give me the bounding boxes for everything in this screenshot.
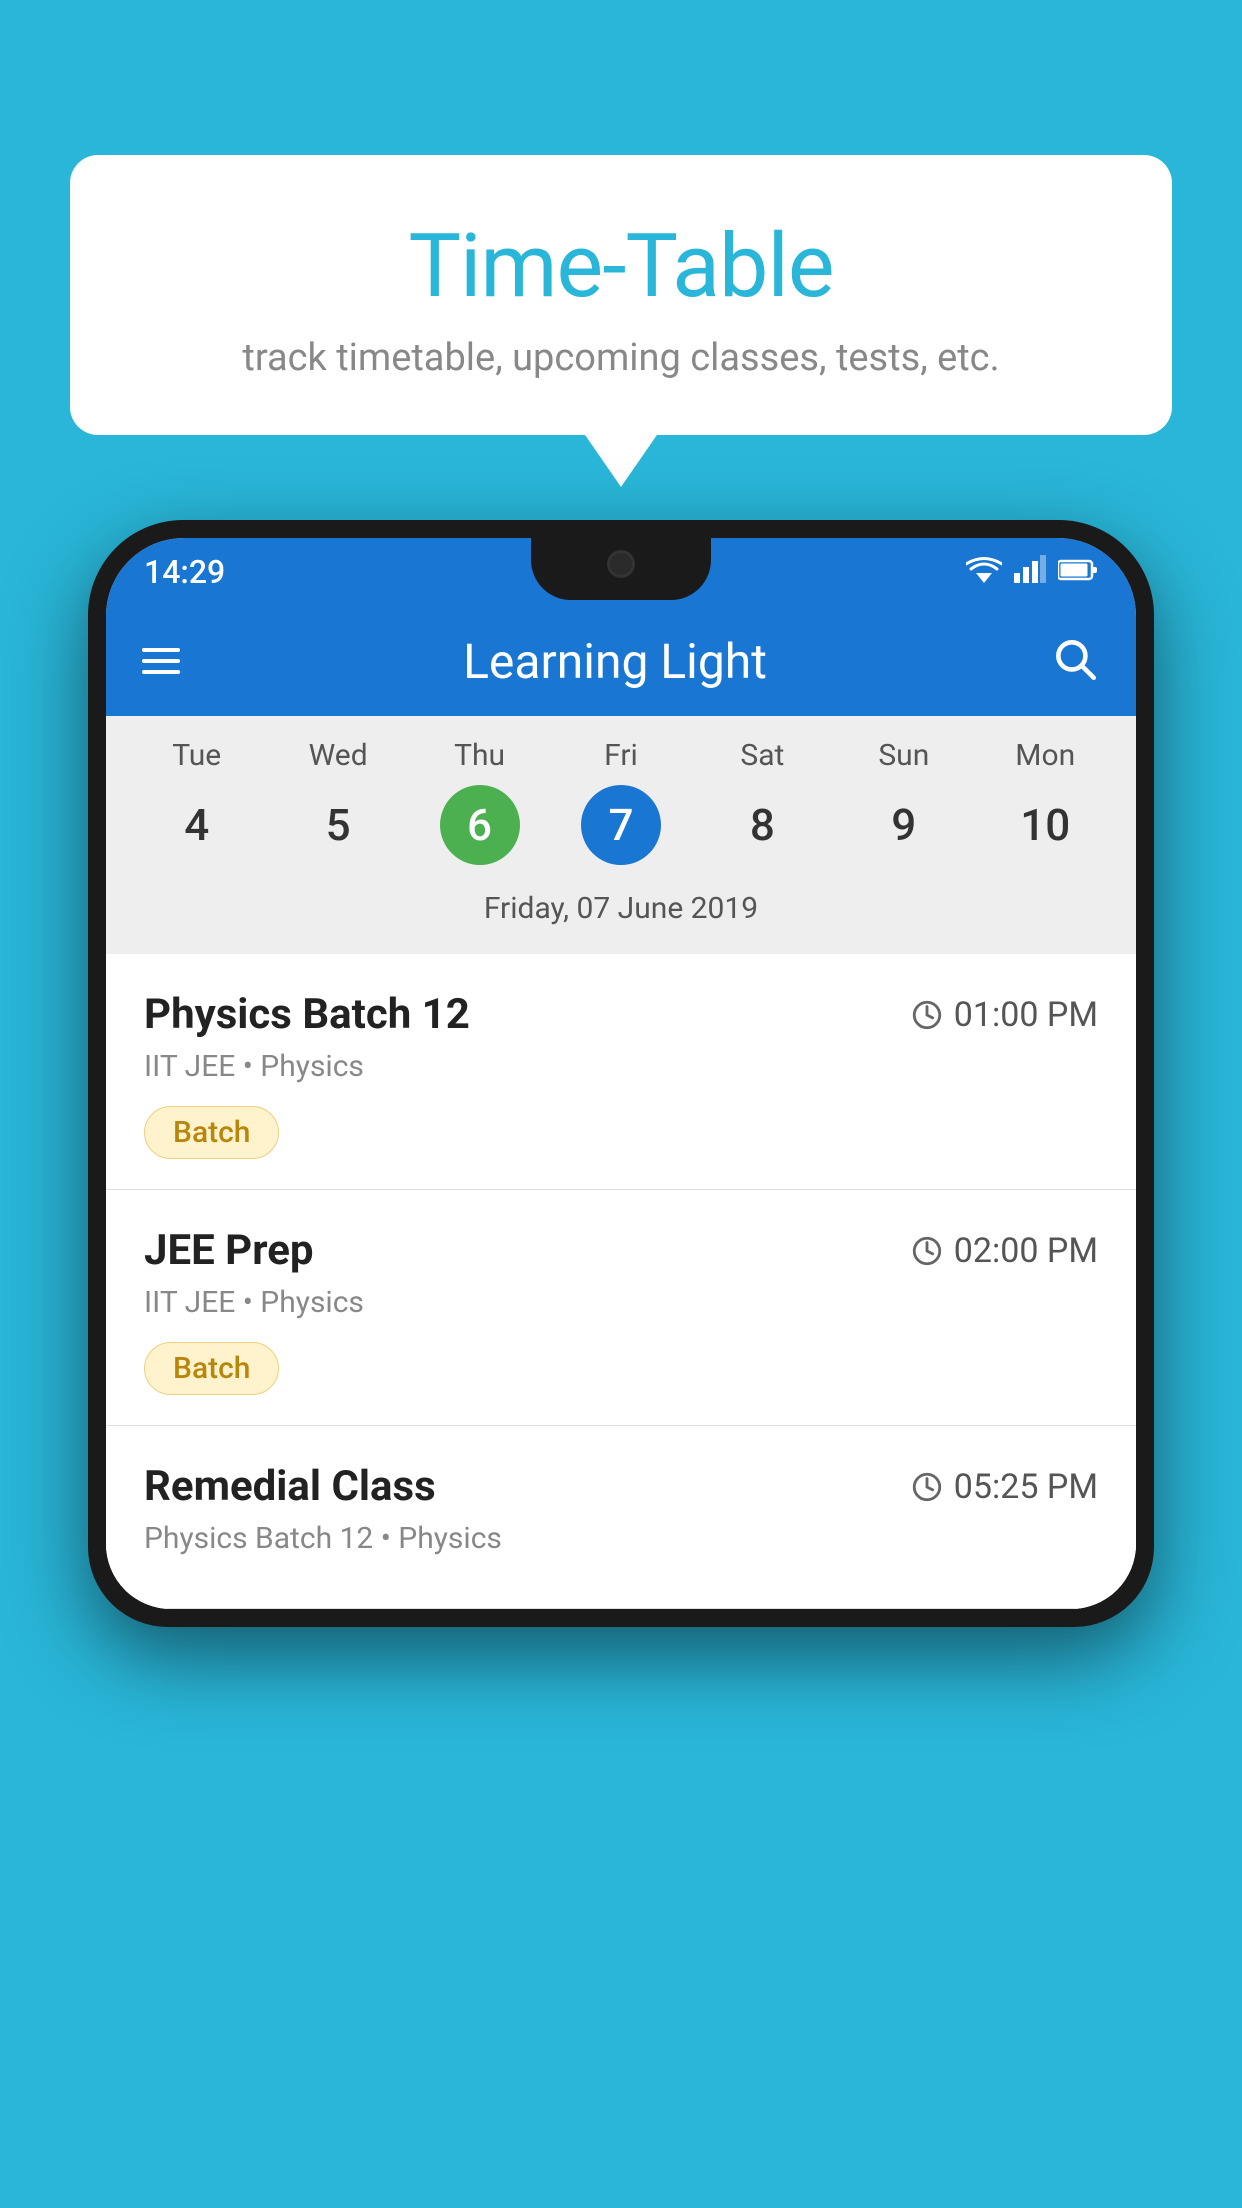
day-number: 10	[1005, 785, 1085, 865]
schedule-item-header: Remedial Class 05:25 PM	[144, 1462, 1098, 1511]
bubble-subtitle: track timetable, upcoming classes, tests…	[130, 336, 1112, 380]
signal-icon	[1014, 555, 1046, 590]
selected-date-label: Friday, 07 June 2019	[106, 881, 1136, 944]
day-label: Wed	[309, 738, 368, 773]
schedule-item-time: 05:25 PM	[910, 1467, 1098, 1507]
phone-screen: 14:29	[106, 538, 1136, 1609]
day-col[interactable]: Sat 8	[697, 738, 827, 865]
day-label: Sat	[740, 738, 784, 773]
schedule-list: Physics Batch 12 01:00 PM IIT JEE • Physic…	[106, 954, 1136, 1609]
schedule-item-subtitle: IIT JEE • Physics	[144, 1285, 1098, 1320]
phone-camera	[607, 550, 635, 578]
day-number: 5	[298, 785, 378, 865]
schedule-item-header: Physics Batch 12 01:00 PM	[144, 990, 1098, 1039]
day-col[interactable]: Thu 6	[415, 738, 545, 865]
wifi-icon	[966, 555, 1002, 590]
calendar-strip: Tue 4 Wed 5 Thu 6 Fri 7 Sat 8 Sun 9 Mon 10 Friday, 07…	[106, 716, 1136, 954]
schedule-item[interactable]: Physics Batch 12 01:00 PM IIT JEE • Physic…	[106, 954, 1136, 1190]
search-button[interactable]	[1050, 634, 1100, 688]
schedule-item[interactable]: JEE Prep 02:00 PM IIT JEE • Physics Batch	[106, 1190, 1136, 1426]
day-col[interactable]: Tue 4	[132, 738, 262, 865]
schedule-item-time: 02:00 PM	[910, 1231, 1098, 1271]
status-time: 14:29	[144, 553, 225, 591]
day-label: Mon	[1015, 738, 1075, 773]
schedule-item-title: Remedial Class	[144, 1462, 436, 1511]
menu-line-3	[142, 670, 180, 674]
phone-mockup: 14:29	[88, 520, 1154, 2208]
schedule-item-time: 01:00 PM	[910, 995, 1098, 1035]
schedule-item-title: JEE Prep	[144, 1226, 314, 1275]
phone-notch	[531, 538, 711, 600]
speech-bubble: Time-Table track timetable, upcoming cla…	[70, 155, 1172, 435]
app-bar: Learning Light	[106, 606, 1136, 716]
days-row: Tue 4 Wed 5 Thu 6 Fri 7 Sat 8 Sun 9 Mon 10	[106, 738, 1136, 865]
battery-icon	[1058, 556, 1098, 589]
schedule-item-subtitle: Physics Batch 12 • Physics	[144, 1521, 1098, 1556]
day-number: 9	[864, 785, 944, 865]
day-number: 4	[157, 785, 237, 865]
schedule-item-subtitle: IIT JEE • Physics	[144, 1049, 1098, 1084]
day-col[interactable]: Fri 7	[556, 738, 686, 865]
day-number: 8	[722, 785, 802, 865]
schedule-item-header: JEE Prep 02:00 PM	[144, 1226, 1098, 1275]
menu-button[interactable]	[142, 648, 180, 674]
bubble-title: Time-Table	[130, 215, 1112, 318]
day-label: Tue	[172, 738, 221, 773]
time-text: 05:25 PM	[954, 1467, 1098, 1507]
day-number: 6	[440, 785, 520, 865]
day-number: 7	[581, 785, 661, 865]
menu-line-1	[142, 648, 180, 652]
day-col[interactable]: Mon 10	[980, 738, 1110, 865]
day-label: Sun	[878, 738, 929, 773]
day-col[interactable]: Sun 9	[839, 738, 969, 865]
schedule-item-title: Physics Batch 12	[144, 990, 470, 1039]
menu-line-2	[142, 659, 180, 663]
batch-badge: Batch	[144, 1106, 279, 1159]
time-text: 02:00 PM	[954, 1231, 1098, 1271]
batch-badge: Batch	[144, 1342, 279, 1395]
day-label: Fri	[604, 738, 638, 773]
app-bar-title: Learning Light	[463, 633, 767, 690]
time-text: 01:00 PM	[954, 995, 1098, 1035]
day-col[interactable]: Wed 5	[273, 738, 403, 865]
schedule-item[interactable]: Remedial Class 05:25 PM Physics Batch 12 •…	[106, 1426, 1136, 1609]
speech-bubble-container: Time-Table track timetable, upcoming cla…	[70, 155, 1172, 435]
status-icons	[966, 555, 1098, 590]
phone-outer: 14:29	[88, 520, 1154, 1627]
day-label: Thu	[454, 738, 505, 773]
